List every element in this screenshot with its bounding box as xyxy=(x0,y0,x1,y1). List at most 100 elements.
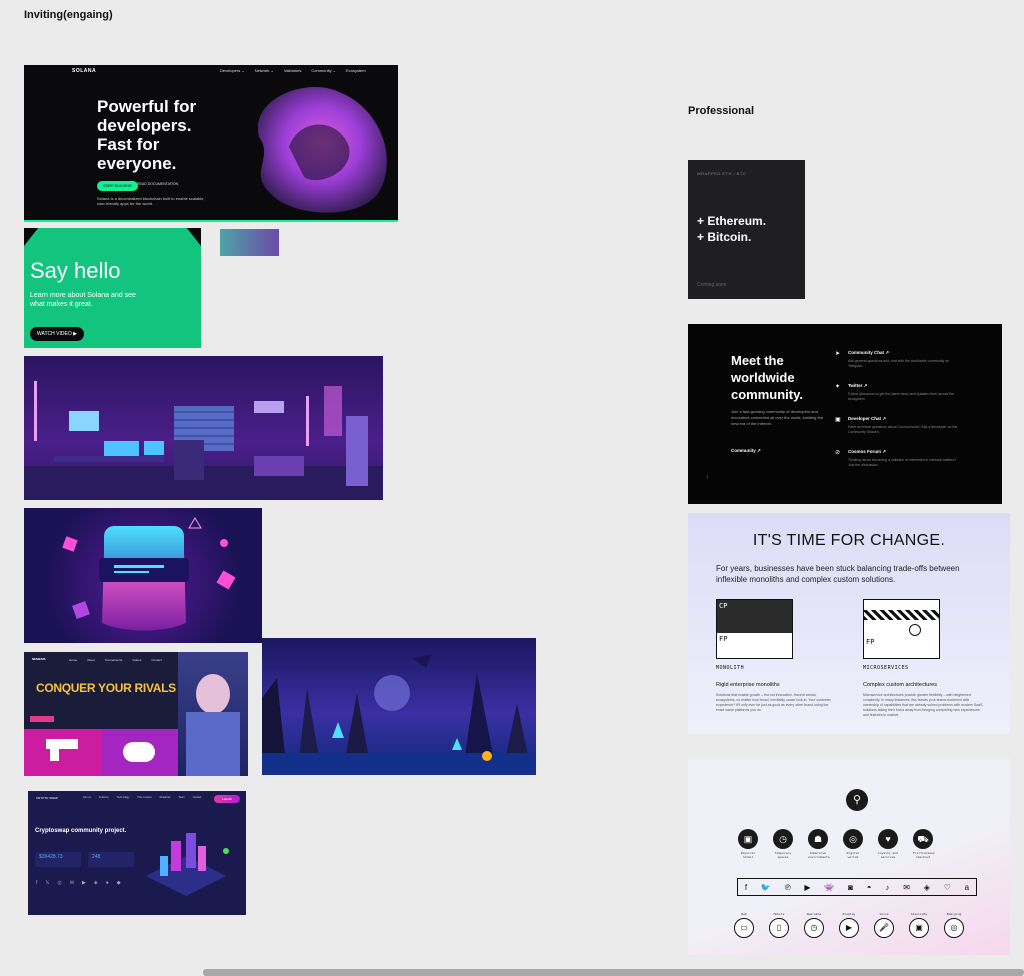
microservices-label: MICROSERVICES xyxy=(863,665,909,671)
monolith-subtitle: Rigid enterprise monoliths xyxy=(716,682,780,688)
experience-item[interactable]: ⛟ Frictionless checkout xyxy=(913,829,935,859)
gamepad-tile[interactable] xyxy=(101,729,178,776)
experience-item[interactable]: ◷ Temporary spaces xyxy=(773,829,793,859)
immersive-icon: ☗ xyxy=(808,829,828,849)
nav-link[interactable]: Tournaments xyxy=(105,658,122,662)
nav-link[interactable]: Roadmap xyxy=(160,796,171,799)
experience-label: Digital worlds xyxy=(846,851,860,859)
item-title: Twitter ↗ xyxy=(848,383,868,388)
checkout-icon: ⛟ xyxy=(913,829,933,849)
pool-panel: 248 xyxy=(88,852,134,867)
social-icon[interactable]: f xyxy=(36,880,37,886)
nav-link[interactable]: Technology xyxy=(117,796,130,799)
social-icon[interactable]: ● xyxy=(106,880,109,886)
nav-link[interactable]: Contact xyxy=(193,796,202,799)
snapchat-icon[interactable]: ◓ xyxy=(867,883,872,892)
solana-headline: Powerful for developers. Fast for everyo… xyxy=(97,97,197,173)
display-icon: ▶ xyxy=(839,918,859,938)
channel-item[interactable]: Wearable ◷ xyxy=(804,912,824,938)
gamer-photo xyxy=(178,652,248,776)
reddit-icon[interactable]: 👾 xyxy=(824,883,834,892)
amazon-icon[interactable]: a xyxy=(965,883,969,892)
experience-item[interactable]: ☗ Immersive environments xyxy=(808,829,830,859)
twitter-item[interactable]: ✦ Twitter ↗ Follow @cosmos to get the la… xyxy=(835,383,958,402)
experience-label: Physical retail xyxy=(740,851,756,859)
pinterest-icon[interactable]: ℗ xyxy=(785,883,791,892)
nav-link[interactable]: How it works xyxy=(137,796,151,799)
item-title: Community Chat ↗ xyxy=(848,350,890,355)
microphone-icon: 🎤 xyxy=(874,918,894,938)
circle-node xyxy=(909,624,921,636)
cosmos-forum-item[interactable]: ⊘ Cosmos Forum ↗ Thinking about becoming… xyxy=(835,449,958,468)
web-icon: ▭ xyxy=(734,918,754,938)
time-for-change-card[interactable]: IT'S TIME FOR CHANGE. For years, busines… xyxy=(688,513,1010,734)
item-title: Developer Chat ↗ xyxy=(848,416,887,421)
monolith-diagram: CP FP xyxy=(716,599,793,659)
nav-link[interactable]: Home xyxy=(69,658,77,662)
social-icon[interactable]: ◈ xyxy=(94,880,98,886)
social-icon[interactable]: ◎ xyxy=(57,880,61,886)
social-platforms-bar: f 🐦 ℗ ▶ 👾 ◙ ◓ ♪ ✉ ◈ ♡ a xyxy=(737,878,977,896)
youtube-icon[interactable]: ▶ xyxy=(804,883,810,892)
vr-headset-illustration[interactable] xyxy=(24,508,262,643)
wechat-icon[interactable]: ✉ xyxy=(903,883,910,892)
gaming-room-illustration[interactable] xyxy=(24,356,383,500)
community-card[interactable]: Meet the worldwide community. Join a fas… xyxy=(688,324,1002,504)
experience-item[interactable]: ◎ Digital worlds xyxy=(843,829,863,859)
channel-item[interactable]: Mobile ▯ xyxy=(769,912,789,938)
experience-item[interactable]: ♥ Loyalty and services xyxy=(878,829,898,859)
horizontal-scrollbar[interactable] xyxy=(203,969,1024,976)
solana-logo: SOLANA xyxy=(72,68,97,74)
microservices-diagram: FP xyxy=(863,599,940,659)
facebook-icon[interactable]: f xyxy=(745,883,747,892)
vr-scene xyxy=(62,517,236,631)
say-hello-card[interactable]: Say hello Learn more about Solana and se… xyxy=(24,228,201,348)
nav-link[interactable]: Team xyxy=(178,796,184,799)
channels-diagram-card[interactable]: ⚲ ▣ Physical retail ◷ Temporary spaces ☗ Im… xyxy=(688,759,1010,955)
item-description: Have technical questions about Cosmos to… xyxy=(848,425,958,434)
watch-video-button[interactable]: WATCH VIDEO ▶ xyxy=(30,327,84,341)
cryptoswap-card[interactable]: CRYPTO SWAP Join us Features Technology … xyxy=(28,791,246,915)
experience-label: Frictionless checkout xyxy=(913,851,935,859)
channel-item[interactable]: Voice 🎤 xyxy=(874,912,894,938)
pool-value: 248 xyxy=(92,854,101,860)
community-chat-item[interactable]: ➤ Community Chat ↗ Ask general questions… xyxy=(835,350,958,369)
gamer-face xyxy=(196,674,230,714)
nav-link[interactable]: Join us xyxy=(83,796,91,799)
channel-item[interactable]: Web ▭ xyxy=(734,912,754,938)
social-icon[interactable]: ✉ xyxy=(70,880,74,886)
conquer-rivals-card[interactable]: NEMESIS Home About Tournaments Videos Co… xyxy=(24,652,248,776)
fantasy-landscape-illustration[interactable] xyxy=(262,638,536,775)
launch-button[interactable]: Launch xyxy=(214,795,240,803)
solana-hero-card[interactable]: SOLANA Developers ⌄ Network ⌄ Validators… xyxy=(24,65,398,222)
item-title: Cosmos Forum ↗ xyxy=(848,449,887,454)
emerging-icon: ◎ xyxy=(944,918,964,938)
tiktok-icon[interactable]: ♪ xyxy=(885,883,889,892)
social-icon[interactable]: 𝕏 xyxy=(45,880,49,886)
conquer-nav: Home About Tournaments Videos Contact xyxy=(69,658,162,662)
channel-item[interactable]: Display ▶ xyxy=(839,912,859,938)
gun-tile[interactable] xyxy=(24,729,101,776)
experience-item[interactable]: ▣ Physical retail xyxy=(738,829,758,859)
instagram-icon[interactable]: ◙ xyxy=(848,883,853,892)
twitter-icon[interactable]: 🐦 xyxy=(761,883,771,892)
social-icon[interactable]: ◆ xyxy=(117,880,121,886)
channel-item[interactable]: Emerging ◎ xyxy=(944,912,964,938)
read-docs-link[interactable]: READ DOCUMENTATION xyxy=(137,182,178,186)
start-building-button[interactable]: START BUILDING xyxy=(97,181,138,191)
social-icon[interactable]: ▶ xyxy=(82,880,86,886)
landscape-scene xyxy=(262,654,536,775)
community-link[interactable]: Community ↗ xyxy=(731,448,761,454)
channel-item[interactable]: Associate ▣ xyxy=(909,912,929,938)
heart-icon[interactable]: ♡ xyxy=(944,883,951,892)
nav-link[interactable]: About xyxy=(87,658,95,662)
tag-icon[interactable]: ◈ xyxy=(924,883,930,892)
solana-description: Solana is a decentralized blockchain bui… xyxy=(97,196,205,206)
wrapped-eth-btc-card[interactable]: WRAPPED ETH / BTC + Ethereum. + Bitcoin.… xyxy=(688,160,805,299)
nav-link[interactable]: Features xyxy=(99,796,109,799)
nav-link[interactable]: Contact xyxy=(151,658,161,662)
conquer-cta-button[interactable] xyxy=(30,716,54,722)
developer-chat-item[interactable]: ▣ Developer Chat ↗ Have technical questi… xyxy=(835,416,958,435)
gradient-swatch xyxy=(220,229,279,256)
nav-link[interactable]: Videos xyxy=(132,658,141,662)
